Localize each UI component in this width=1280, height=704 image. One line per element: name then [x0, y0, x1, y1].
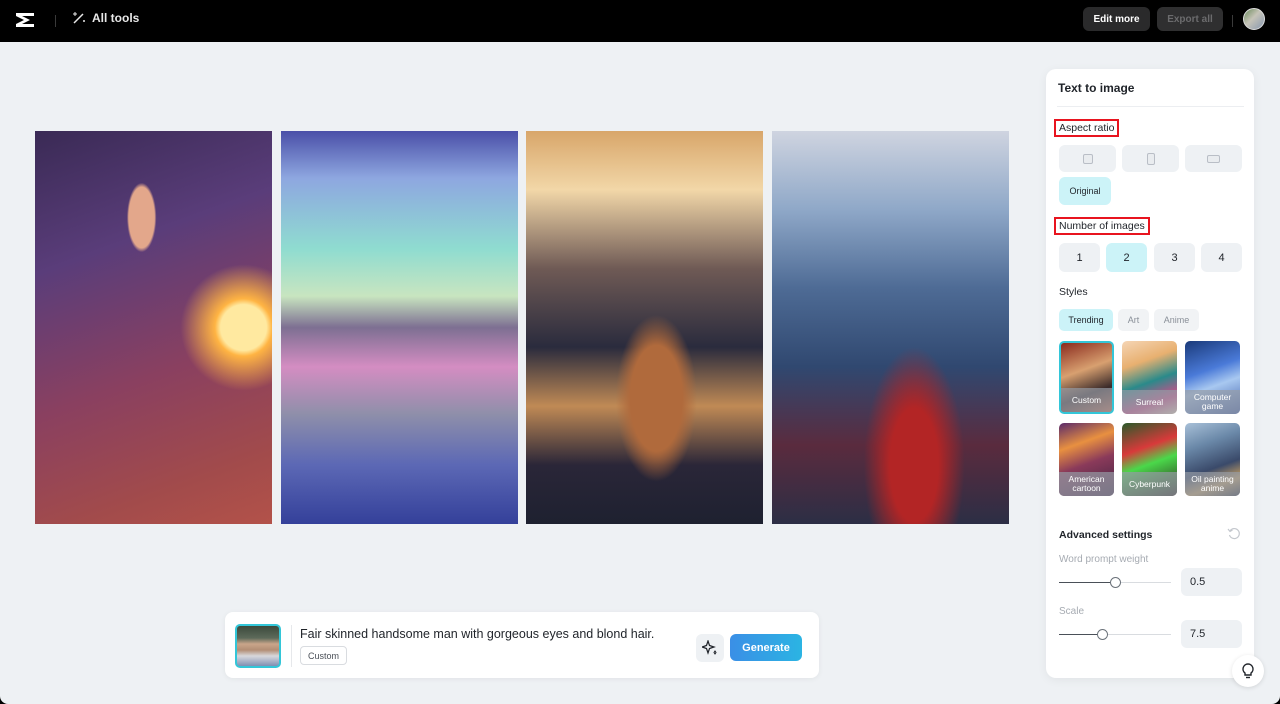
slider-handle[interactable]: [1096, 629, 1108, 640]
generate-button[interactable]: Generate: [730, 634, 802, 661]
style-card-american-cartoon[interactable]: American cartoon: [1059, 423, 1114, 496]
slider-fill: [1059, 582, 1115, 583]
generated-image-4[interactable]: [772, 131, 1009, 524]
style-card-custom[interactable]: Custom: [1059, 341, 1114, 414]
style-card-label: Cyberpunk: [1122, 472, 1177, 496]
style-card-cyberpunk[interactable]: Cyberpunk: [1122, 423, 1177, 496]
enhance-prompt-button[interactable]: [696, 634, 724, 662]
top-bar: All tools Edit more Export all: [0, 0, 1280, 42]
number-option-4[interactable]: 4: [1201, 243, 1242, 272]
magic-wand-icon: [73, 12, 85, 24]
style-card-label: American cartoon: [1059, 472, 1114, 496]
aspect-ratio-landscape[interactable]: [1185, 145, 1242, 172]
aspect-ratio-label: Aspect ratio: [1054, 119, 1120, 137]
reset-icon[interactable]: [1227, 527, 1241, 541]
number-option-1[interactable]: 1: [1059, 243, 1100, 272]
lightbulb-icon: [1242, 663, 1254, 679]
tips-button[interactable]: [1232, 655, 1264, 687]
panel-title: Text to image: [1058, 81, 1135, 95]
divider: [291, 625, 292, 667]
style-card-label: Oil painting anime: [1185, 472, 1240, 496]
style-card-label: Surreal: [1122, 390, 1177, 414]
landscape-icon: [1207, 154, 1220, 163]
style-card-label: Computer game: [1185, 390, 1240, 414]
style-card-surreal[interactable]: Surreal: [1122, 341, 1177, 414]
text-to-image-panel: Text to image Aspect ratio Original Numb…: [1046, 69, 1254, 678]
advanced-settings-title: Advanced settings: [1059, 529, 1153, 541]
capcut-logo-icon[interactable]: [14, 10, 36, 30]
slider-handle[interactable]: [1110, 577, 1121, 588]
number-option-2[interactable]: 2: [1106, 243, 1147, 272]
style-tab-anime[interactable]: Anime: [1154, 309, 1199, 331]
style-card-computer-game[interactable]: Computer game: [1185, 341, 1240, 414]
scale-input[interactable]: 7.5: [1181, 620, 1242, 648]
scale-slider[interactable]: [1059, 629, 1171, 640]
divider: [1232, 15, 1233, 27]
generated-image-1[interactable]: [35, 131, 272, 524]
aspect-ratio-square[interactable]: [1059, 145, 1116, 172]
word-prompt-weight-label: Word prompt weight: [1059, 554, 1149, 565]
number-option-3[interactable]: 3: [1154, 243, 1195, 272]
style-tab-art[interactable]: Art: [1118, 309, 1149, 331]
all-tools-button[interactable]: All tools: [72, 11, 139, 25]
style-card-oil-painting-anime[interactable]: Oil painting anime: [1185, 423, 1240, 496]
slider-fill: [1059, 634, 1102, 635]
prompt-bar: Fair skinned handsome man with gorgeous …: [225, 612, 819, 678]
reference-image-thumbnail[interactable]: [235, 624, 281, 668]
divider: [1057, 106, 1244, 107]
export-all-button[interactable]: Export all: [1157, 7, 1223, 31]
style-tag: Custom: [300, 646, 348, 665]
number-of-images-label: Number of images: [1054, 217, 1150, 235]
portrait-icon: [1146, 152, 1155, 165]
generated-image-3[interactable]: [526, 131, 763, 524]
generated-image-2[interactable]: [281, 131, 518, 524]
divider: [55, 15, 56, 27]
scale-label: Scale: [1059, 606, 1085, 617]
user-avatar[interactable]: [1243, 8, 1265, 30]
all-tools-label: All tools: [92, 11, 140, 25]
edit-more-button[interactable]: Edit more: [1083, 7, 1150, 31]
word-prompt-weight-input[interactable]: 0.5: [1181, 568, 1242, 596]
aspect-ratio-portrait[interactable]: [1122, 145, 1179, 172]
sparkle-icon: [702, 640, 717, 655]
styles-label: Styles: [1059, 286, 1088, 298]
style-card-label: Custom: [1061, 388, 1112, 412]
word-prompt-weight-slider[interactable]: [1059, 577, 1171, 588]
aspect-ratio-original[interactable]: Original: [1059, 177, 1111, 205]
style-tab-trending[interactable]: Trending: [1059, 309, 1113, 331]
prompt-input[interactable]: Fair skinned handsome man with gorgeous …: [300, 627, 654, 641]
square-icon: [1082, 153, 1093, 164]
